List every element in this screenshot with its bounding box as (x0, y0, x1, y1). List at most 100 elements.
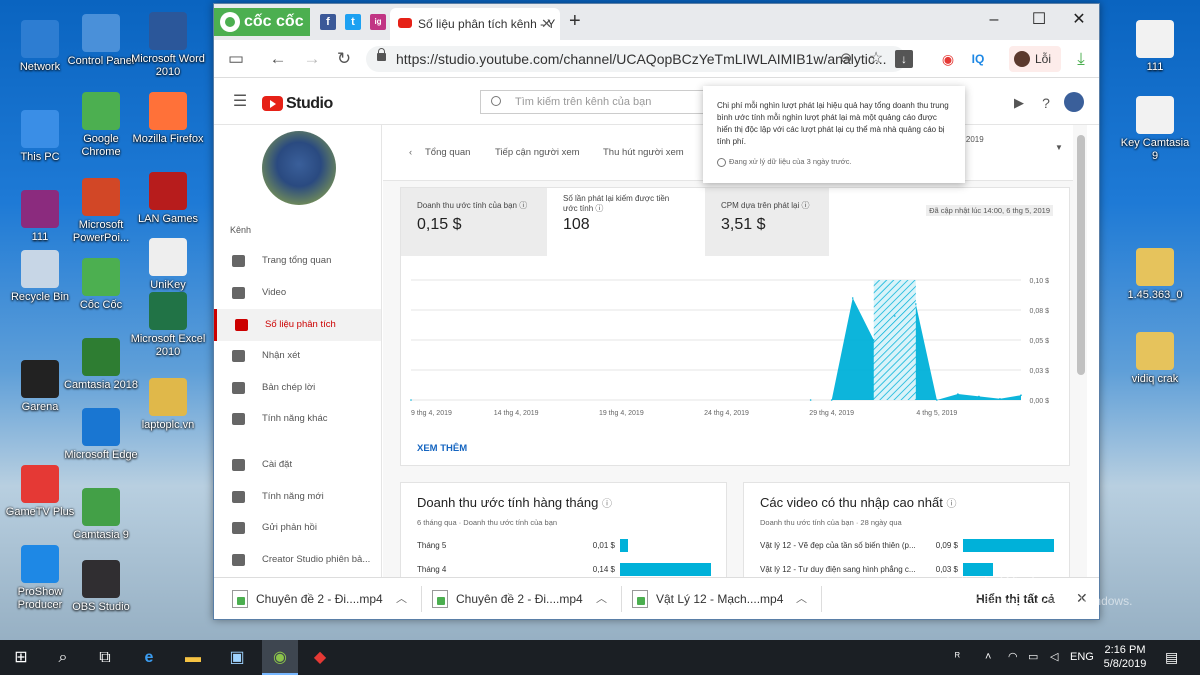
minimize-button[interactable]: – (974, 8, 1014, 32)
garena-taskbar-icon[interactable]: ◆ (307, 645, 333, 671)
instagram-pin-icon[interactable]: ig (370, 14, 386, 30)
data-point[interactable] (978, 395, 980, 398)
desktop-icon[interactable]: vidiq crak (1117, 332, 1193, 386)
tab-engagement[interactable]: Thu hút người xem (603, 147, 684, 158)
chevron-up-icon[interactable]: ︿ (596, 586, 607, 612)
extension-icon[interactable]: ◉ (936, 48, 960, 70)
reload-button[interactable]: ↻ (332, 48, 356, 70)
sidebar-item[interactable]: Gửi phản hồi (214, 512, 381, 544)
download-item[interactable]: Vật Lý 12 - Mạch....mp4 ︿ (632, 586, 822, 612)
twitter-pin-icon[interactable]: t (345, 14, 361, 30)
close-window-button[interactable]: ✕ (1059, 8, 1099, 32)
desktop-icon[interactable]: OBS Studio (63, 560, 139, 614)
chevron-up-icon[interactable]: ︿ (396, 586, 407, 612)
data-point[interactable] (410, 399, 412, 401)
download-item[interactable]: Chuyên đề 2 - Đi....mp4 ︿ (432, 586, 622, 612)
sidebar-item[interactable]: Tính năng khác (214, 403, 381, 435)
vidiq-extension-icon[interactable]: IQ (966, 48, 990, 70)
data-point[interactable] (851, 297, 854, 299)
desktop-icon[interactable]: Key Camtasia 9 (1117, 96, 1193, 163)
metric-cpm[interactable]: CPM dựa trên phát lại ⓘ 3,51 $ (705, 188, 829, 256)
sidebar-item[interactable]: Tính năng mới (214, 481, 381, 513)
sidebar-item[interactable]: Cài đặt (214, 449, 381, 481)
data-point[interactable] (957, 393, 959, 395)
sidebar-item[interactable]: Trang tổng quan (214, 245, 381, 277)
task-view-icon[interactable]: ⧉ (92, 645, 118, 671)
channel-search-input[interactable]: Tìm kiếm trên kênh của bạn (480, 90, 704, 114)
edge-taskbar-icon[interactable]: e (136, 645, 162, 671)
download-save-icon[interactable]: ↓ (895, 50, 913, 68)
sidebar-toggle-icon[interactable]: ▭ (224, 48, 248, 70)
desktop-icon[interactable]: UniKey (130, 238, 206, 292)
studio-logo[interactable]: Studio (262, 95, 333, 113)
wifi-icon[interactable]: ◠ (1008, 640, 1018, 675)
desktop-icon[interactable]: Cốc Cốc (63, 258, 139, 312)
coccoc-taskbar-icon[interactable]: ◉ (262, 640, 298, 675)
hamburger-menu-icon[interactable]: ☰ (228, 91, 252, 113)
coccoc-logo[interactable]: cốc cốc (214, 8, 310, 36)
app-taskbar-icon[interactable]: ▣ (224, 645, 250, 671)
desktop-icon[interactable]: Microsoft Word 2010 (130, 12, 206, 79)
data-point[interactable] (915, 303, 917, 305)
data-point[interactable] (1020, 394, 1022, 396)
metric-monetized-playbacks[interactable]: Số lần phát lại kiếm được tiền ước tính … (547, 188, 705, 256)
info-icon[interactable]: ⓘ (602, 499, 612, 510)
desktop-icon[interactable]: Camtasia 2018 (63, 338, 139, 392)
desktop-icon[interactable]: Microsoft Edge (63, 408, 139, 462)
data-point[interactable] (809, 399, 812, 401)
desktop-icon[interactable]: laptoplc.vn (130, 378, 206, 432)
tab-reach[interactable]: Tiếp cận người xem (495, 147, 580, 158)
see-more-link[interactable]: XEM THÊM (417, 443, 467, 454)
help-icon[interactable]: ? (1034, 92, 1058, 114)
start-windows-icon[interactable]: ⊞ (8, 645, 34, 671)
channel-avatar[interactable] (262, 131, 336, 205)
desktop-icon[interactable]: Control Panel (63, 14, 139, 68)
account-avatar[interactable] (1064, 92, 1084, 112)
sidebar-item[interactable]: Video (214, 277, 381, 309)
desktop-icon[interactable]: Mozilla Firefox (130, 92, 206, 146)
language-indicator[interactable]: ENG (1070, 640, 1094, 675)
data-point[interactable] (936, 399, 938, 401)
scrollbar[interactable] (1077, 135, 1085, 375)
info-icon[interactable]: ⓘ (946, 499, 956, 510)
people-icon[interactable]: ᴿ (955, 640, 960, 675)
close-tab-icon[interactable]: ✕ (541, 8, 552, 40)
create-video-icon[interactable]: ▶ (1007, 92, 1031, 114)
notifications-icon[interactable]: ▤ (1165, 640, 1178, 675)
chevron-up-icon[interactable]: ︿ (796, 586, 807, 612)
data-point[interactable] (872, 339, 875, 341)
data-point[interactable] (830, 399, 833, 401)
profile-error-button[interactable]: Lỗi (1009, 46, 1061, 72)
forward-button[interactable]: → (300, 48, 324, 70)
tab-overview[interactable]: Tổng quan (425, 147, 470, 158)
bookmark-star-icon[interactable]: ☆ (864, 48, 888, 70)
new-tab-button[interactable]: + (569, 10, 581, 33)
sidebar-item[interactable]: Số liệu phân tích (214, 309, 381, 341)
search-icon[interactable]: ⌕ (50, 645, 76, 671)
download-item[interactable]: Chuyên đề 2 - Đi....mp4 ︿ (232, 586, 422, 612)
zoom-icon[interactable]: ⊖ (834, 48, 858, 70)
desktop-icon[interactable]: 111 (1117, 20, 1193, 74)
data-point[interactable] (893, 315, 896, 317)
desktop-icon[interactable]: 1.45.363_0 (1117, 248, 1193, 302)
chevron-up-icon[interactable]: ˄ (985, 640, 991, 675)
desktop-icon[interactable]: Microsoft Excel 2010 (130, 292, 206, 359)
file-explorer-icon[interactable]: ▬ (180, 645, 206, 671)
date-dropdown-icon[interactable]: ▼ (1055, 143, 1063, 152)
tab-analytics[interactable]: Số liệu phân tích kênh - Y ✕ (390, 8, 560, 40)
downloads-icon[interactable]: ⤓ (1069, 48, 1093, 70)
sidebar-item[interactable]: Creator Studio phiên bả... (214, 544, 381, 576)
sidebar-item[interactable]: Bản chép lời (214, 372, 381, 404)
desktop-icon[interactable]: LAN Games (130, 172, 206, 226)
clock[interactable]: 2:16 PM 5/8/2019 (1100, 643, 1150, 671)
desktop-icon[interactable]: Microsoft PowerPoi... (63, 178, 139, 245)
data-point[interactable] (999, 398, 1001, 400)
desktop-icon[interactable]: Camtasia 9 (63, 488, 139, 542)
metric-revenue[interactable]: Doanh thu ước tính của bạn ⓘ 0,15 $ (401, 188, 547, 256)
sidebar-item[interactable]: Nhận xét (214, 340, 381, 372)
back-button[interactable]: ← (266, 48, 290, 70)
volume-icon[interactable]: ◁ (1050, 640, 1058, 675)
desktop-icon[interactable]: Google Chrome (63, 92, 139, 159)
facebook-pin-icon[interactable]: f (320, 14, 336, 30)
battery-icon[interactable]: ▭ (1028, 640, 1038, 675)
